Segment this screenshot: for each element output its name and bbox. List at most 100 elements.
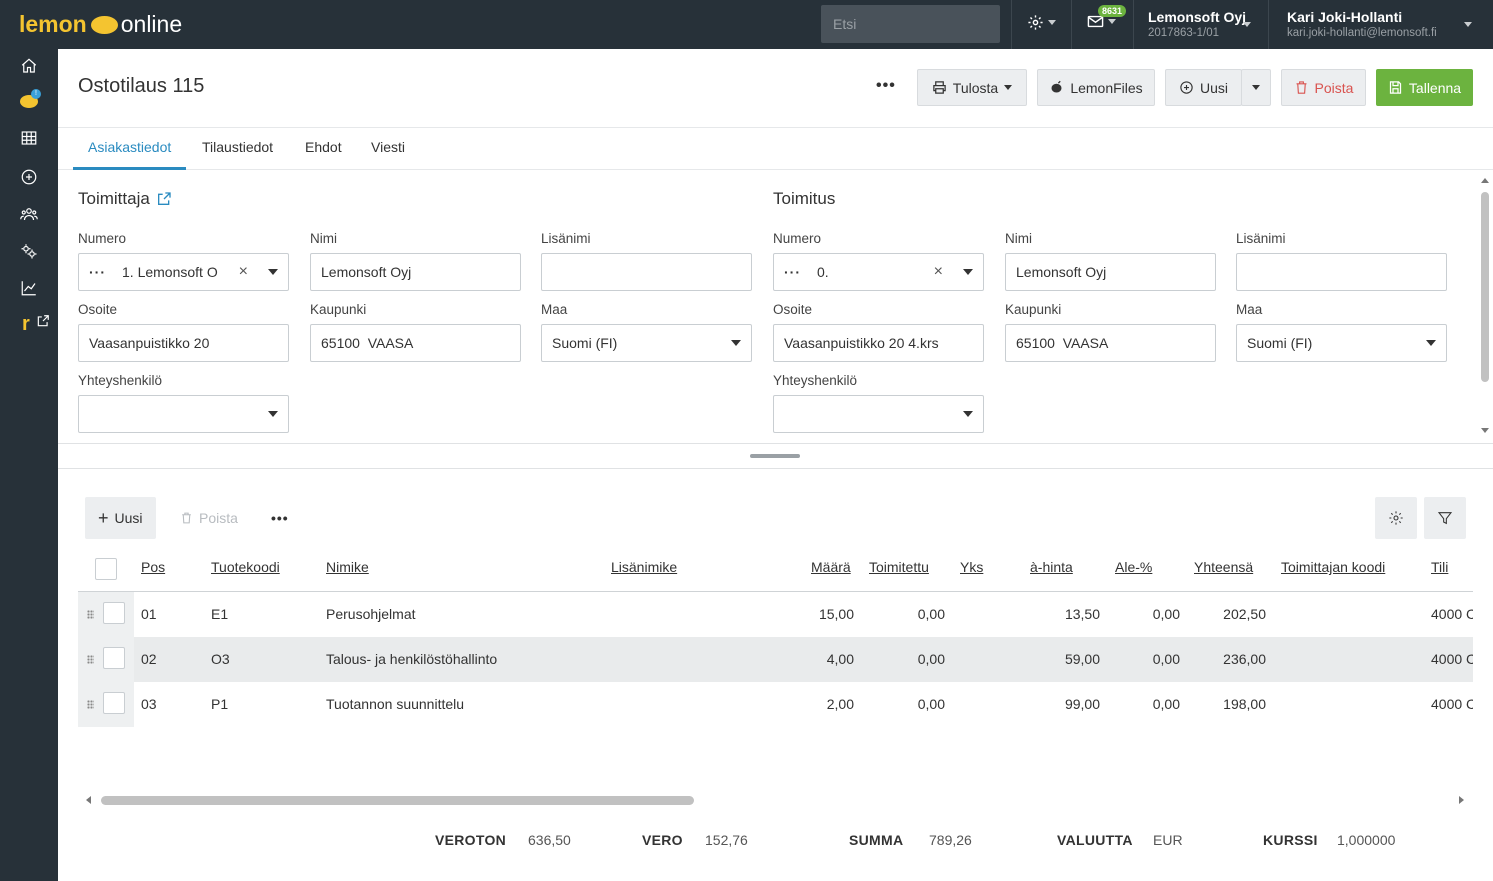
supplier-extra-name-label: Lisänimi xyxy=(541,231,591,246)
chevron-down-icon xyxy=(963,411,973,417)
table-horizontal-scrollbar[interactable] xyxy=(78,792,1473,808)
table-row[interactable]: 03 P1 Tuotannon suunnittelu 2,00 0,00 99… xyxy=(78,682,1473,727)
cell-price: 13,50 xyxy=(1064,606,1100,622)
top-bar: lemon online 8631 Lemonsoft Oyj 2017863-… xyxy=(0,0,1493,49)
delivery-address-field[interactable]: Vaasanpuistikko 20 4.krs xyxy=(773,324,984,362)
company-selector[interactable]: Lemonsoft Oyj 2017863-1/01 xyxy=(1148,9,1246,39)
column-header-a-hinta[interactable]: à-hinta xyxy=(1030,559,1073,575)
chevron-down-icon[interactable] xyxy=(1243,22,1251,27)
settings-menu-button[interactable] xyxy=(1027,14,1056,31)
chevron-down-icon[interactable] xyxy=(1464,22,1472,27)
column-header-toimitettu[interactable]: Toimitettu xyxy=(869,559,932,575)
cell-qty: 2,00 xyxy=(826,696,854,712)
form-vertical-scrollbar[interactable] xyxy=(1479,178,1491,436)
gears-icon xyxy=(21,244,37,259)
clear-icon[interactable]: × xyxy=(239,263,248,281)
topbar-divider xyxy=(1071,0,1072,49)
external-link-icon[interactable] xyxy=(36,314,50,328)
sidebar-item-reports[interactable] xyxy=(18,277,40,299)
supplier-number-select[interactable]: ··· 1. Lemonsoft O × xyxy=(78,253,289,291)
save-label: Tallenna xyxy=(1408,79,1462,96)
select-all-checkbox[interactable] xyxy=(95,558,117,580)
scrollbar-thumb[interactable] xyxy=(101,796,694,805)
sum-total-value: 789,26 xyxy=(929,832,972,848)
supplier-country-select[interactable]: Suomi (FI) xyxy=(541,324,752,362)
tab-viesti[interactable]: Viesti xyxy=(371,139,405,155)
new-options-button[interactable] xyxy=(1241,69,1271,106)
save-button[interactable]: Tallenna xyxy=(1376,69,1473,106)
filter-button[interactable] xyxy=(1424,497,1466,539)
user-menu[interactable]: Kari Joki-Hollanti kari.joki-hollanti@le… xyxy=(1287,9,1437,39)
supplier-name-field[interactable]: Lemonsoft Oyj xyxy=(310,253,521,291)
scroll-down-icon[interactable] xyxy=(1481,428,1489,433)
rows-more-button[interactable]: ••• xyxy=(258,497,302,539)
delivery-city-field[interactable]: 65100 VAASA xyxy=(1005,324,1216,362)
delivery-title: Toimitus xyxy=(773,189,836,208)
table-row[interactable]: 02 O3 Talous- ja henkilöstöhallinto 4,00… xyxy=(78,637,1473,682)
row-checkbox[interactable] xyxy=(103,602,125,624)
column-header-nimike[interactable]: Nimike xyxy=(326,559,369,575)
supplier-city-field[interactable]: 65100 VAASA xyxy=(310,324,521,362)
scroll-left-icon[interactable] xyxy=(86,796,91,804)
search-input[interactable] xyxy=(821,5,1000,43)
line-chart-icon xyxy=(21,281,36,296)
splitter-handle[interactable] xyxy=(750,454,800,458)
sidebar-item-home[interactable] xyxy=(18,55,40,77)
column-header-tuotekoodi[interactable]: Tuotekoodi xyxy=(211,559,280,575)
column-header-pos[interactable]: Pos xyxy=(141,559,165,575)
row-checkbox[interactable] xyxy=(103,647,125,669)
row-checkbox[interactable] xyxy=(103,692,125,714)
supplier-contact-select[interactable] xyxy=(78,395,289,433)
column-header-tili[interactable]: Tili xyxy=(1431,559,1448,575)
delivery-number-select[interactable]: ··· 0. × xyxy=(773,253,984,291)
delivery-contact-label: Yhteyshenkilö xyxy=(773,373,858,388)
app-logo[interactable]: lemon online xyxy=(19,11,182,38)
table-row[interactable]: 01 E1 Perusohjelmat 15,00 0,00 13,50 0,0… xyxy=(78,592,1473,637)
clear-icon[interactable]: × xyxy=(934,263,943,281)
external-link-icon[interactable] xyxy=(156,191,172,207)
chevron-down-icon xyxy=(268,269,278,275)
delivery-city-value: 65100 VAASA xyxy=(1016,335,1109,351)
delete-button[interactable]: Poista xyxy=(1281,69,1366,106)
tax-total-value: 152,76 xyxy=(705,832,748,848)
delete-row-button[interactable]: Poista xyxy=(167,497,251,539)
delivery-extra-name-field[interactable] xyxy=(1236,253,1447,291)
supplier-extra-name-field[interactable] xyxy=(541,253,752,291)
tab-ehdot[interactable]: Ehdot xyxy=(305,139,342,155)
tab-tilaustiedot[interactable]: Tilaustiedot xyxy=(202,139,273,155)
tab-asiakastiedot[interactable]: Asiakastiedot xyxy=(88,139,171,155)
more-actions-button[interactable]: ••• xyxy=(876,77,896,95)
delivery-name-field[interactable]: Lemonsoft Oyj xyxy=(1005,253,1216,291)
lemonfiles-button[interactable]: LemonFiles xyxy=(1037,69,1155,106)
r-label: r xyxy=(22,313,30,335)
column-header-lisanimike[interactable]: Lisänimike xyxy=(611,559,677,575)
cell-price: 99,00 xyxy=(1064,696,1100,712)
splitter-line xyxy=(58,468,1493,469)
scroll-up-icon[interactable] xyxy=(1481,178,1489,183)
table-settings-button[interactable] xyxy=(1375,497,1417,539)
scrollbar-thumb[interactable] xyxy=(1481,192,1489,382)
delivery-contact-select[interactable] xyxy=(773,395,984,433)
cell-code: O3 xyxy=(211,651,230,667)
print-button[interactable]: Tulosta xyxy=(917,69,1027,106)
supplier-address-field[interactable]: Vaasanpuistikko 20 xyxy=(78,324,289,362)
sidebar-item-new[interactable] xyxy=(18,166,40,188)
sidebar-item-grid[interactable] xyxy=(18,127,40,149)
column-header-yks[interactable]: Yks xyxy=(960,559,983,575)
column-header-ale[interactable]: Ale-% xyxy=(1115,559,1152,575)
scroll-right-icon[interactable] xyxy=(1459,796,1464,804)
more-icon[interactable]: ··· xyxy=(89,264,106,280)
sidebar-item-settings[interactable] xyxy=(18,240,40,262)
sidebar-item-r[interactable]: r xyxy=(22,313,30,336)
new-button[interactable]: Uusi xyxy=(1165,69,1242,106)
sidebar-item-customers[interactable] xyxy=(18,203,40,225)
column-header-yhteensa[interactable]: Yhteensä xyxy=(1194,559,1253,575)
lemon-notification-badge: ! xyxy=(31,89,41,99)
supplier-address-label: Osoite xyxy=(78,302,118,317)
chevron-down-icon xyxy=(1004,85,1013,90)
column-header-maara[interactable]: Määrä xyxy=(811,559,851,575)
column-header-toimittajan-koodi[interactable]: Toimittajan koodi xyxy=(1281,559,1385,575)
add-row-button[interactable]: + Uusi xyxy=(85,497,156,539)
delivery-country-select[interactable]: Suomi (FI) xyxy=(1236,324,1447,362)
more-icon[interactable]: ··· xyxy=(784,264,801,280)
